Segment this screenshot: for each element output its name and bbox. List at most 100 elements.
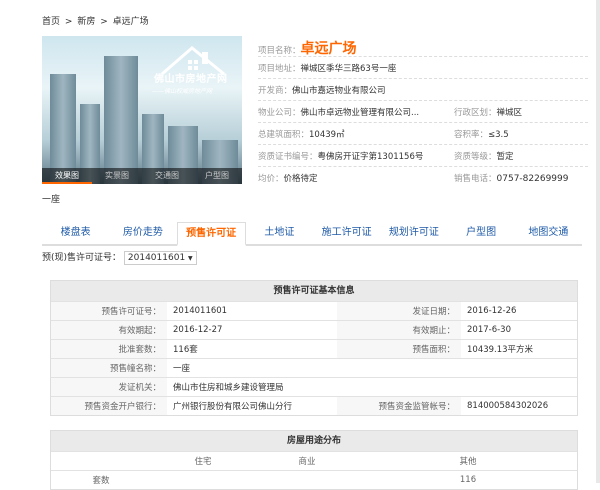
area-row: 总建筑面积：10439㎡ [258, 128, 345, 140]
permit-field-value: 一座 [167, 358, 577, 378]
permit-selector-label: 预(现)售许可证号： [42, 253, 122, 263]
plot-label: 容积率： [454, 130, 489, 140]
breadcrumb-home[interactable]: 首页 [42, 17, 60, 27]
usage-header-residential: 住宅 [151, 451, 255, 471]
permit-field-label: 发证日期： [337, 301, 461, 321]
permit-field-value: 广州银行股份有限公司佛山分行 [167, 396, 337, 415]
plot-row: 容积率：≤3.5 [454, 128, 509, 140]
permit-field-label: 预售面积： [337, 339, 461, 359]
photo-tabs: 效果图 实景图 交通图 户型图 [42, 168, 242, 184]
usage-title: 房屋用途分布 [51, 431, 577, 451]
tab-floorplan[interactable]: 户型图 [448, 222, 515, 244]
permit-field-label: 预售幢名称： [51, 358, 167, 378]
usage-count-row: 套数 116 [51, 470, 577, 489]
permit-info-row: 批准套数： 116套 预售面积： 10439.13平方米 [51, 339, 577, 359]
chevron-down-icon: ▼ [188, 255, 193, 262]
breadcrumb-separator: > [64, 17, 73, 27]
permit-field-value: 10439.13平方米 [461, 339, 577, 359]
project-nav: 楼盘表 房价走势 预售许可证 土地证 施工许可证 规划许可证 户型图 地图交通 [42, 222, 582, 246]
photo-tab-floorplan[interactable]: 户型图 [192, 168, 242, 184]
tab-planning-permit[interactable]: 规划许可证 [380, 222, 447, 244]
plot-value: ≤3.5 [488, 130, 509, 140]
photo-tab-traffic[interactable]: 交通图 [142, 168, 192, 184]
usage-header-commercial: 商业 [255, 451, 359, 471]
breadcrumb-new-homes[interactable]: 新房 [77, 17, 95, 27]
price-row: 均价：价格待定 [258, 172, 318, 184]
property-value: 佛山市卓远物业管理有限公司... [300, 108, 420, 118]
area-value: 10439㎡ [309, 130, 345, 140]
permit-field-value: 814000584302026 [461, 396, 577, 415]
address-value: 禅城区季华三路63号一座 [300, 64, 397, 74]
breadcrumb-separator: > [100, 17, 108, 27]
project-name: 卓远广场 [300, 41, 357, 57]
permit-field-label: 发证机关： [51, 377, 167, 397]
divider [258, 166, 588, 167]
tab-construction-permit[interactable]: 施工许可证 [313, 222, 380, 244]
breadcrumb-current: 卓远广场 [112, 17, 149, 27]
project-photo[interactable]: 佛山市房地产网 ——佛山权威房地产网 效果图 实景图 交通图 户型图 [42, 36, 242, 184]
cert-value: 粤佛房开证字第1301156号 [317, 152, 424, 162]
tab-map[interactable]: 地图交通 [515, 222, 582, 244]
tab-price-trend[interactable]: 房价走势 [109, 222, 176, 244]
permit-field-value: 佛山市住房和城乡建设管理局 [167, 377, 577, 397]
area-label: 总建筑面积： [258, 130, 310, 140]
tab-presale-permit[interactable]: 预售许可证 [176, 222, 246, 246]
building-caption: 一座 [42, 195, 61, 205]
tel-value: 0757-82269999 [496, 174, 569, 184]
permit-info-row: 有效期起： 2016-12-27 有效期止： 2017-6-30 [51, 320, 577, 340]
price-label: 均价： [258, 174, 284, 184]
permit-info-row: 预售幢名称： 一座 [51, 358, 577, 378]
usage-header-other: 其他 [359, 451, 577, 471]
breadcrumb: 首页 > 新房 > 卓远广场 [42, 14, 151, 27]
permit-info-table: 预售许可证号： 2014011601 发证日期： 2016-12-26 有效期起： 201… [51, 301, 577, 415]
address-row: 项目地址：禅城区季华三路63号一座 [258, 62, 396, 74]
property-label: 物业公司： [258, 108, 301, 118]
district-value: 禅城区 [496, 108, 523, 118]
permit-field-value: 2016-12-27 [167, 320, 337, 340]
usage-table: 住宅 商业 其他 套数 116 [51, 451, 577, 489]
level-value: 暂定 [496, 152, 514, 162]
logo-text: 佛山市房地产网 [154, 74, 228, 85]
price-value: 价格待定 [283, 174, 318, 184]
usage-count-residential [151, 470, 255, 489]
usage-panel: 房屋用途分布 住宅 商业 其他 套数 116 [50, 430, 578, 490]
developer-value: 佛山市嘉远物业有限公司 [292, 86, 386, 96]
divider [258, 56, 588, 57]
address-label: 项目地址： [258, 64, 301, 74]
usage-header-row: 住宅 商业 其他 [51, 451, 577, 471]
property-row: 物业公司：佛山市卓远物业管理有限公司... [258, 106, 419, 118]
district-row: 行政区划：禅城区 [454, 106, 522, 118]
permit-info-row: 预售资金开户银行： 广州银行股份有限公司佛山分行 预售资金监管帐号： 81400058… [51, 396, 577, 415]
usage-row-label: 套数 [51, 470, 151, 489]
scrollbar[interactable] [596, 0, 600, 483]
permit-dropdown[interactable]: 2014011601 ▼ [123, 251, 197, 265]
tab-land-cert[interactable]: 土地证 [246, 222, 313, 244]
divider [258, 78, 588, 79]
photo-tab-rendering[interactable]: 效果图 [42, 168, 92, 184]
permit-field-value: 2017-6-30 [461, 320, 577, 340]
developer-label: 开发商： [258, 86, 293, 96]
photo-tab-real[interactable]: 实景图 [92, 168, 142, 184]
permit-field-value: 2014011601 [167, 301, 337, 321]
usage-count-other: 116 [359, 470, 577, 489]
permit-selector: 预(现)售许可证号： 2014011601 ▼ [42, 250, 197, 265]
usage-header [51, 451, 151, 471]
level-label: 资质等级： [454, 152, 497, 162]
permit-dropdown-value: 2014011601 [127, 253, 186, 263]
cert-row: 资质证书编号：粤佛房开证字第1301156号 [258, 150, 423, 162]
divider [258, 144, 588, 145]
permit-info-panel: 预售许可证基本信息 预售许可证号： 2014011601 发证日期： 2016-12-… [50, 280, 578, 416]
tel-label: 销售电话： [454, 174, 497, 184]
building-image [104, 56, 138, 184]
permit-info-row: 预售许可证号： 2014011601 发证日期： 2016-12-26 [51, 301, 577, 321]
permit-info-row: 发证机关： 佛山市住房和城乡建设管理局 [51, 377, 577, 397]
permit-info-title: 预售许可证基本信息 [51, 281, 577, 301]
tab-building-table[interactable]: 楼盘表 [42, 222, 109, 244]
usage-count-commercial [255, 470, 359, 489]
district-label: 行政区划： [454, 108, 497, 118]
permit-field-label: 有效期止： [337, 320, 461, 340]
developer-row: 开发商：佛山市嘉远物业有限公司 [258, 84, 386, 96]
permit-field-label: 有效期起： [51, 320, 167, 340]
tel-row: 销售电话：0757-82269999 [454, 172, 568, 184]
level-row: 资质等级：暂定 [454, 150, 514, 162]
